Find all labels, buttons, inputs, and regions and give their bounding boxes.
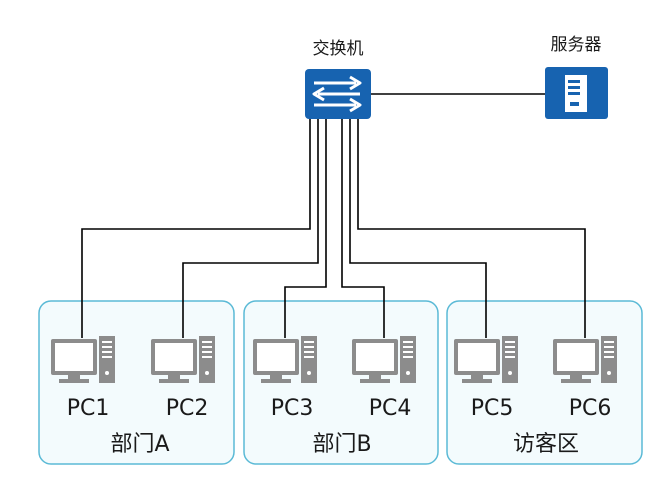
group-label-guest: 访客区 [513, 432, 579, 457]
server-icon [545, 67, 608, 119]
group-label-dept-b: 部门B [312, 432, 371, 457]
server-label: 服务器 [551, 35, 602, 55]
pc-label-4: PC4 [369, 396, 412, 421]
group-label-dept-a: 部门A [110, 432, 169, 457]
switch-label: 交换机 [313, 39, 364, 59]
pc-label-5: PC5 [471, 396, 514, 421]
pc-label-3: PC3 [271, 396, 314, 421]
switch-icon [305, 69, 371, 119]
pc-label-6: PC6 [569, 396, 612, 421]
pc-label-1: PC1 [67, 396, 110, 421]
switch-node: 交换机 [305, 39, 371, 119]
pc-label-2: PC2 [166, 396, 209, 421]
server-node: 服务器 [545, 35, 608, 119]
network-topology-diagram: 交换机 服务器 PC1 PC2 PC3 PC4 PC5 PC6 部门A 部门B … [38, 35, 643, 465]
